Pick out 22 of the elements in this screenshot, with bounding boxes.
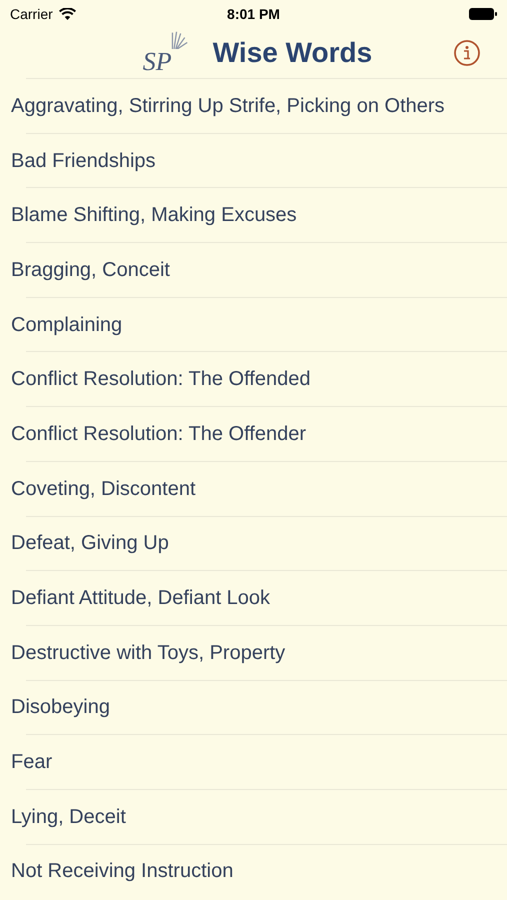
topic-item[interactable]: Not Receiving Instruction — [11, 856, 234, 886]
clock-time: 8:01 PM — [226, 4, 281, 24]
topic-item[interactable]: Defeat, Giving Up — [11, 528, 169, 558]
logo-text: SP — [142, 49, 173, 75]
topic-item[interactable]: Disobeying — [11, 692, 110, 722]
topic-item[interactable]: Aggravating, Stirring Up Strife, Picking on Others — [11, 90, 445, 121]
wifi-icon — [58, 8, 76, 20]
battery-icon — [469, 8, 497, 20]
topic-item[interactable]: Defiant Attitude, Defiant Look — [11, 583, 270, 614]
app-title: Wise Words — [212, 36, 372, 70]
carrier-label: Carrier — [10, 4, 53, 24]
topic-item[interactable]: Fear — [11, 747, 52, 778]
topic-item[interactable]: Blame Shifting, Making Excuses — [11, 200, 297, 230]
topic-item[interactable]: Bragging, Conceit — [11, 254, 170, 285]
topic-item[interactable]: Conflict Resolution: The Offended — [11, 364, 310, 394]
topic-item[interactable]: Bad Friendships — [11, 146, 156, 176]
topic-item[interactable]: Destructive with Toys, Property — [11, 638, 286, 668]
topic-item[interactable]: Coveting, Discontent — [11, 474, 196, 504]
topic-item[interactable]: Complaining — [11, 310, 122, 340]
topic-item[interactable]: Lying, Deceit — [11, 802, 126, 832]
topic-item[interactable]: Conflict Resolution: The Offender — [11, 418, 306, 449]
info-icon[interactable] — [454, 40, 480, 66]
